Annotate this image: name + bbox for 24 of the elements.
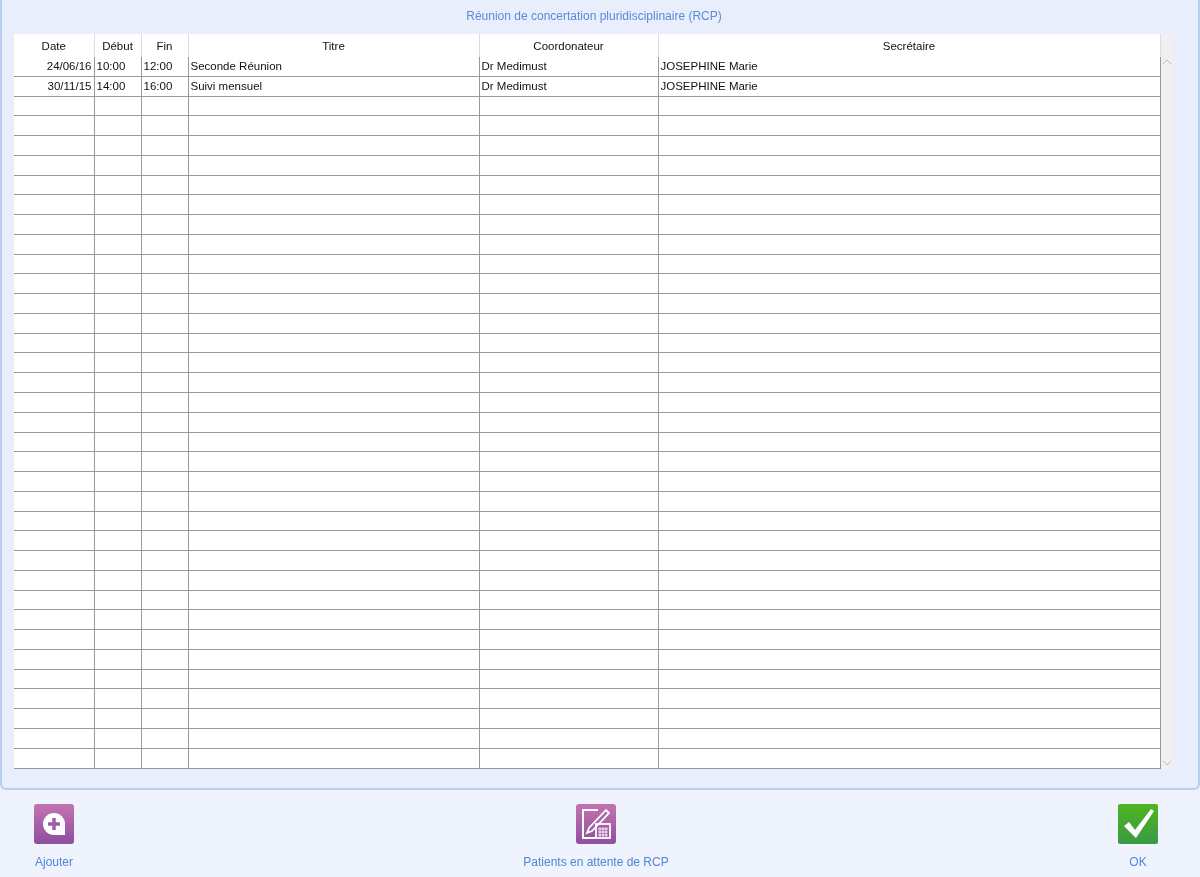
add-icon [34, 804, 74, 844]
table-cell: JOSEPHINE Marie [658, 57, 1160, 77]
window-title: Réunion de concertation pluridisciplinaire (RCP) [465, 8, 723, 25]
column-header[interactable]: Titre [188, 34, 479, 57]
table-cell: 14:00 [94, 76, 141, 96]
calendar-edit-icon [576, 804, 616, 844]
table-cell: 16:00 [141, 76, 188, 96]
scroll-up-icon[interactable] [1162, 58, 1173, 66]
column-header[interactable]: Fin [141, 34, 188, 57]
column-header[interactable]: Début [94, 34, 141, 57]
column-header[interactable]: Date [14, 34, 94, 57]
table-cell: Seconde Réunion [188, 57, 479, 77]
table-cell: 30/11/15 [14, 76, 94, 96]
checkmark-icon [1118, 804, 1158, 844]
column-header[interactable]: Coordonateur [479, 34, 658, 57]
table-cell: JOSEPHINE Marie [658, 76, 1160, 96]
table-cell: Dr Medimust [479, 57, 658, 77]
table-cell: 12:00 [141, 57, 188, 77]
table-cell: Suivi mensuel [188, 76, 479, 96]
table-cell: 24/06/16 [14, 57, 94, 77]
scroll-down-icon[interactable] [1162, 759, 1173, 767]
column-header[interactable]: Secrétaire [658, 34, 1160, 57]
table-cell: Dr Medimust [479, 76, 658, 96]
table-cell: 10:00 [94, 57, 141, 77]
